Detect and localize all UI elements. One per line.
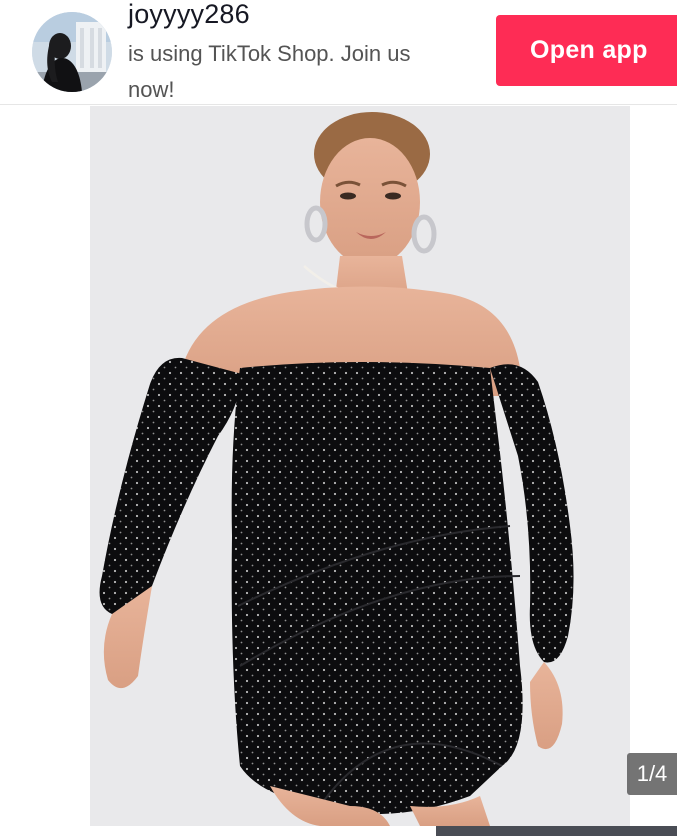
avatar-photo-icon [32,12,112,92]
tiktok-shop-product-page: joyyyy286 is using TikTok Shop. Join us … [0,0,677,836]
banner-text: joyyyy286 is using TikTok Shop. Join us … [128,0,468,108]
username[interactable]: joyyyy286 [128,0,468,28]
product-photo-icon [90,106,630,826]
open-app-banner: joyyyy286 is using TikTok Shop. Join us … [0,0,677,105]
avatar[interactable] [32,12,112,92]
promo-line-2: now! [128,77,175,102]
open-app-button[interactable]: Open app [496,15,677,86]
promo-line-1: is using TikTok Shop. Join us [128,41,411,66]
product-image[interactable] [90,106,630,826]
next-image-peek [632,106,677,826]
image-counter: 1/4 [627,753,677,795]
thumbnail-peek[interactable] [436,826,677,836]
promo-message: is using TikTok Shop. Join us now! [128,36,468,108]
